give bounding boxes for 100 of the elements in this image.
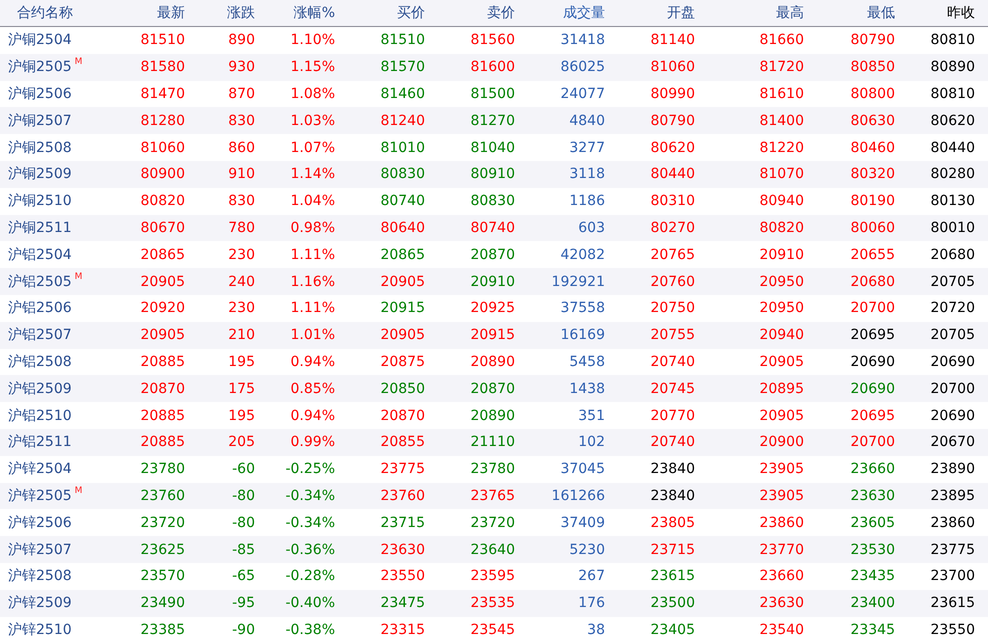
table-row[interactable]: 沪铝2511 20885 205 0.99% 20855 21110 102 20740 20900 20700 20670 — [0, 428, 988, 456]
table-cell-text: 20905 — [139, 327, 186, 344]
contract-name: 沪锌2504 — [8, 460, 72, 478]
table-cell-text: 1.03% — [290, 112, 336, 129]
table-cell-text: 23770 — [758, 542, 805, 558]
column-header[interactable]: 成交量 — [518, 4, 608, 22]
table-cell-text: 20920 — [139, 300, 186, 316]
column-header[interactable]: 昨收 — [898, 4, 978, 22]
table-cell-text: 20905 — [379, 327, 426, 344]
table-cell-text: 80440 — [649, 166, 696, 182]
table-cell-text: 20895 — [758, 380, 805, 397]
table-cell-text: 23530 — [849, 542, 896, 558]
table-row[interactable]: 沪铜2511 80670 780 0.98% 80640 80740 603 80270 80820 80060 80010 — [0, 214, 988, 242]
table-cell-text: -80 — [231, 514, 256, 531]
table-row[interactable]: 沪铝2509 20870 175 0.85% 20850 20870 1438 20745 20895 20690 20700 — [0, 375, 988, 402]
table-row[interactable]: 沪铜2504 81510 890 1.10% 81510 81560 31418 81140 81660 80790 80810 — [0, 27, 988, 54]
table-cell-text: 23805 — [649, 514, 696, 531]
table-cell-text: 20885 — [139, 408, 186, 424]
table-row[interactable]: 沪铝2506 20920 230 1.11% 20915 20925 37558 20750 20950 20700 20720 — [0, 294, 988, 322]
table-cell-text: 20885 — [139, 434, 186, 450]
table-cell-text: 80790 — [849, 32, 896, 48]
table-cell-text: 20750 — [649, 300, 696, 316]
table-row[interactable]: 沪铝2508 20885 195 0.94% 20875 20890 5458 20740 20905 20690 20690 — [0, 348, 988, 376]
contract-name: 沪铜2508 — [8, 138, 72, 157]
table-cell-text: 1186 — [568, 193, 606, 210]
table-cell-text: 80890 — [929, 59, 976, 76]
table-cell-text: 23500 — [649, 595, 696, 612]
table-cell-text: 81060 — [139, 140, 186, 156]
table-cell-text: 23720 — [139, 514, 186, 531]
table-cell-text: 23630 — [379, 542, 426, 558]
table-cell-text: -0.25% — [284, 461, 336, 478]
table-cell-text: 23905 — [758, 461, 805, 478]
table-cell-text: 81240 — [379, 112, 426, 129]
column-header[interactable]: 合约名称 — [0, 4, 110, 22]
table-cell-text: 20875 — [379, 354, 426, 370]
table-cell-text: 23775 — [379, 461, 426, 478]
table-cell-text: 16169 — [559, 327, 606, 344]
column-header[interactable]: 买价 — [338, 4, 428, 22]
table-cell-text: 20705 — [929, 274, 976, 290]
table-cell-text: 24077 — [559, 86, 606, 102]
column-header[interactable]: 涨幅% — [258, 4, 338, 22]
main-contract-mark: M — [74, 272, 82, 282]
table-row[interactable]: 沪锌2510 23385 -90 -0.38% 23315 23545 38 23405 23540 23345 23550 — [0, 616, 988, 642]
table-cell-text: 161266 — [550, 488, 606, 504]
table-cell-text: 80830 — [379, 166, 426, 182]
table-cell-text: 20700 — [849, 300, 896, 316]
table-row[interactable]: 沪铜2507 81280 830 1.03% 81240 81270 4840 80790 81400 80630 80620 — [0, 107, 988, 134]
table-cell-text: 1.11% — [290, 246, 336, 263]
column-header[interactable]: 开盘 — [608, 4, 698, 22]
table-cell-text: 23535 — [469, 595, 516, 612]
column-header[interactable]: 最高 — [698, 4, 807, 22]
table-cell-text: -0.38% — [284, 622, 336, 638]
table-cell-text: 20690 — [849, 380, 896, 397]
table-cell-text: 20910 — [758, 246, 805, 263]
table-cell-text: 20905 — [758, 354, 805, 370]
table-cell-text: 31418 — [559, 32, 606, 48]
table-cell-text: 81560 — [469, 32, 516, 48]
table-row[interactable]: 沪铝2504 20865 230 1.11% 20865 20870 42082 20765 20910 20655 20680 — [0, 241, 988, 268]
table-row[interactable]: 沪铜2510 80820 830 1.04% 80740 80830 1186 80310 80940 80190 80130 — [0, 188, 988, 215]
table-row[interactable]: 沪铜2509 80900 910 1.14% 80830 80910 3118 80440 81070 80320 80280 — [0, 160, 988, 188]
table-row[interactable]: 沪锌2508 23570 -65 -0.28% 23550 23595 267 23615 23660 23435 23700 — [0, 562, 988, 590]
column-header[interactable]: 最低 — [807, 4, 898, 22]
column-header[interactable]: 涨跌 — [188, 4, 258, 22]
table-row[interactable]: 沪铝2505 $^{M}$ 20905 240 1.16% 20905 20910 192921 20760 20950 20680 20705 — [0, 268, 988, 295]
table-cell-text: 23775 — [929, 542, 976, 558]
contract-name: 沪铜2509 — [8, 165, 72, 184]
table-row[interactable]: 沪铜2505 $^{M}$ 81580 930 1.15% 81570 81600 86025 81060 81720 80850 80890 — [0, 54, 988, 81]
table-cell-text: 20690 — [929, 408, 976, 424]
table-row[interactable]: 沪锌2505 $^{M}$ 23760 -80 -0.34% 23760 23765 161266 23840 23905 23630 23895 — [0, 482, 988, 510]
table-row[interactable]: 沪铜2506 81470 870 1.08% 81460 81500 24077 80990 81610 80800 80810 — [0, 80, 988, 108]
table-cell-text: 23630 — [849, 488, 896, 504]
table-row[interactable]: 沪锌2506 23720 -80 -0.34% 23715 23720 37409 23805 23860 23605 23860 — [0, 509, 988, 536]
table-row[interactable]: 沪铜2508 81060 860 1.07% 81010 81040 3277 80620 81220 80460 80440 — [0, 134, 988, 161]
table-cell-text: 23660 — [849, 461, 896, 478]
table-cell-text: 20915 — [469, 327, 516, 344]
table-cell-text: 210 — [227, 327, 256, 344]
table-cell-text: 23780 — [469, 461, 516, 478]
column-header[interactable]: 卖价 — [428, 4, 518, 22]
table-cell-text: 1.07% — [290, 140, 336, 156]
table-cell-text: 0.99% — [290, 434, 336, 450]
table-cell-text: 830 — [227, 112, 256, 129]
column-header[interactable]: 最新 — [110, 4, 188, 22]
table-cell-text: 80440 — [929, 140, 976, 156]
table-row[interactable]: 沪铝2507 20905 210 1.01% 20905 20915 16169 20755 20940 20695 20705 — [0, 322, 988, 349]
table-cell-text: 205 — [227, 434, 256, 450]
table-cell-text: 38 — [586, 622, 606, 638]
table-row[interactable]: 沪锌2507 23625 -85 -0.36% 23630 23640 5230 23715 23770 23530 23775 — [0, 536, 988, 563]
contract-name: 沪铝2505 — [8, 272, 72, 291]
table-row[interactable]: 沪锌2509 23490 -95 -0.40% 23475 23535 176 23500 23630 23400 23615 — [0, 590, 988, 617]
contract-name: 沪铝2511 — [8, 433, 72, 452]
table-cell-text: 23840 — [649, 488, 696, 504]
table-cell-text: -80 — [231, 488, 256, 504]
table-cell-text: 23860 — [758, 514, 805, 531]
table-row[interactable]: 沪锌2504 23780 -60 -0.25% 23775 23780 37045 23840 23905 23660 23890 — [0, 456, 988, 483]
table-cell-text: 20870 — [469, 380, 516, 397]
table-row[interactable]: 沪铝2510 20885 195 0.94% 20870 20890 351 20770 20905 20695 20690 — [0, 402, 988, 429]
table-cell-text: 20680 — [849, 274, 896, 290]
table-cell-text: 910 — [227, 166, 256, 182]
table-cell-text: 1.15% — [290, 59, 336, 76]
table-cell-text: 23345 — [849, 622, 896, 638]
